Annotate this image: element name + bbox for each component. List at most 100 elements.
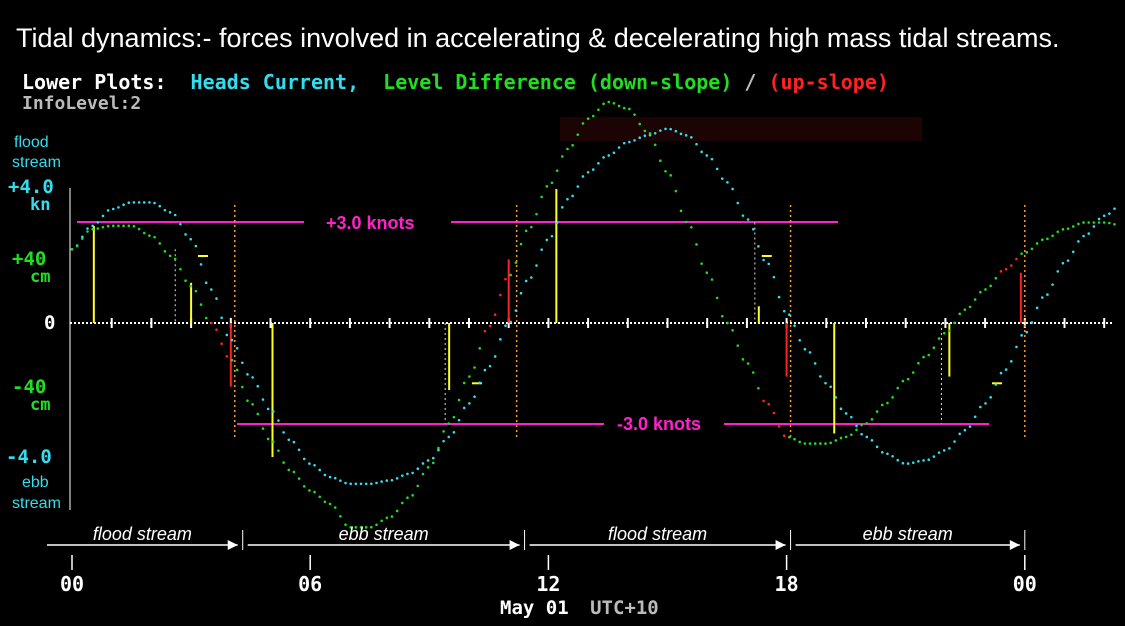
- series-current-point: [339, 479, 342, 482]
- series-current-point: [318, 468, 322, 472]
- series-level-point: [380, 519, 383, 523]
- series-level-point: [287, 468, 291, 472]
- series-current-point: [426, 459, 430, 462]
- series-level-point: [313, 490, 316, 494]
- series-current-point: [416, 467, 420, 471]
- series-current-point: [395, 477, 399, 480]
- series-current-point: [344, 481, 347, 485]
- series-level-point: [824, 442, 827, 445]
- series-level-point: [524, 229, 528, 233]
- series-level-point: [571, 144, 574, 147]
- series-current-point: [1010, 360, 1013, 363]
- series-current-point: [251, 376, 254, 379]
- series-level-point: [339, 515, 342, 518]
- series-level-point: [101, 225, 105, 229]
- series-level-point: [1108, 221, 1111, 225]
- series-level-point: [710, 278, 714, 281]
- series-level-point: [194, 289, 198, 293]
- series-level-point: [462, 381, 466, 385]
- series-level-point: [271, 440, 275, 443]
- series-current-point: [1097, 217, 1101, 221]
- series-level-point: [323, 500, 327, 504]
- series-level-point: [751, 371, 755, 374]
- series-current-point: [271, 410, 275, 413]
- series-current-point: [184, 233, 187, 236]
- series-level-point: [994, 276, 998, 280]
- tidal-chart: Tidal dynamics:- forces involved in acce…: [0, 0, 1125, 626]
- series-current-point: [194, 244, 198, 248]
- series-current-point: [1092, 225, 1096, 228]
- series-level-point: [545, 185, 549, 188]
- series-current-point: [375, 481, 378, 485]
- series-current-point: [297, 448, 301, 452]
- series-current-point: [148, 201, 151, 204]
- series-current-point: [576, 185, 580, 188]
- series-level-point: [963, 308, 967, 311]
- series-current-point: [674, 129, 678, 133]
- series-level-point: [210, 321, 213, 325]
- series-level-point: [530, 225, 533, 229]
- series-level-point: [922, 355, 925, 359]
- series-current-point: [473, 395, 476, 399]
- ylabel-level-neg-unit: cm: [30, 395, 50, 415]
- series-level-point: [700, 262, 703, 265]
- series-current-point: [622, 141, 626, 145]
- series-level-point: [576, 133, 580, 136]
- series-current-point: [633, 139, 636, 142]
- series-level-point: [886, 401, 889, 405]
- series-level-point: [1071, 225, 1075, 228]
- series-level-point: [117, 224, 120, 228]
- series-current-point: [901, 461, 905, 465]
- series-current-point: [349, 482, 352, 486]
- series-current-point: [602, 156, 605, 159]
- series-level-point: [643, 129, 647, 133]
- series-current-point: [215, 297, 218, 300]
- series-level-point: [679, 209, 683, 213]
- series-current-point: [751, 227, 755, 231]
- series-current-point: [493, 355, 497, 358]
- series-current-point: [364, 482, 368, 486]
- series-current-point: [359, 482, 363, 486]
- series-current-point: [385, 479, 389, 482]
- series-level-point: [607, 100, 611, 104]
- series-level-point: [478, 347, 482, 350]
- series-level-point: [333, 506, 337, 509]
- series-level-point: [937, 337, 941, 340]
- series-level-point: [560, 155, 564, 158]
- series-current-point: [132, 201, 136, 204]
- series-level-point: [1015, 257, 1018, 261]
- series-level-point: [901, 379, 905, 383]
- series-current-point: [452, 431, 456, 434]
- series-level-point: [452, 415, 456, 419]
- ylabel-current-neg: -4.0: [6, 446, 52, 468]
- series-current-point: [179, 222, 182, 226]
- series-current-point: [736, 201, 740, 205]
- ylabel-ebb-stream: stream: [12, 495, 61, 512]
- series-level-point: [1046, 237, 1049, 241]
- series-level-point: [566, 147, 569, 151]
- series-level-point: [690, 225, 693, 229]
- series-level-point: [127, 224, 131, 228]
- series-level-point: [597, 108, 600, 112]
- series-level-point: [173, 257, 177, 261]
- series-level-point: [401, 501, 404, 505]
- series-level-point: [302, 485, 306, 488]
- series-current-point: [896, 458, 900, 462]
- legend-line: Lower Plots: Heads Current, Level Differ…: [22, 70, 889, 94]
- series-level-point: [550, 181, 554, 185]
- series-level-point: [581, 122, 585, 125]
- series-current-point: [246, 373, 249, 376]
- stream-label: ebb stream: [863, 524, 953, 544]
- series-current-point: [984, 402, 987, 405]
- series-current-point: [1113, 207, 1116, 210]
- series-current-point: [746, 218, 750, 221]
- legend-level: Level Difference (down-slope): [383, 70, 732, 94]
- series-current-point: [948, 447, 951, 450]
- series-current-point: [808, 351, 812, 354]
- series-level-point: [1087, 221, 1091, 224]
- series-level-point: [488, 324, 492, 328]
- series-level-point: [261, 427, 265, 430]
- series-current-point: [1056, 270, 1060, 273]
- series-level-point: [215, 328, 218, 331]
- series-current-point: [824, 381, 827, 385]
